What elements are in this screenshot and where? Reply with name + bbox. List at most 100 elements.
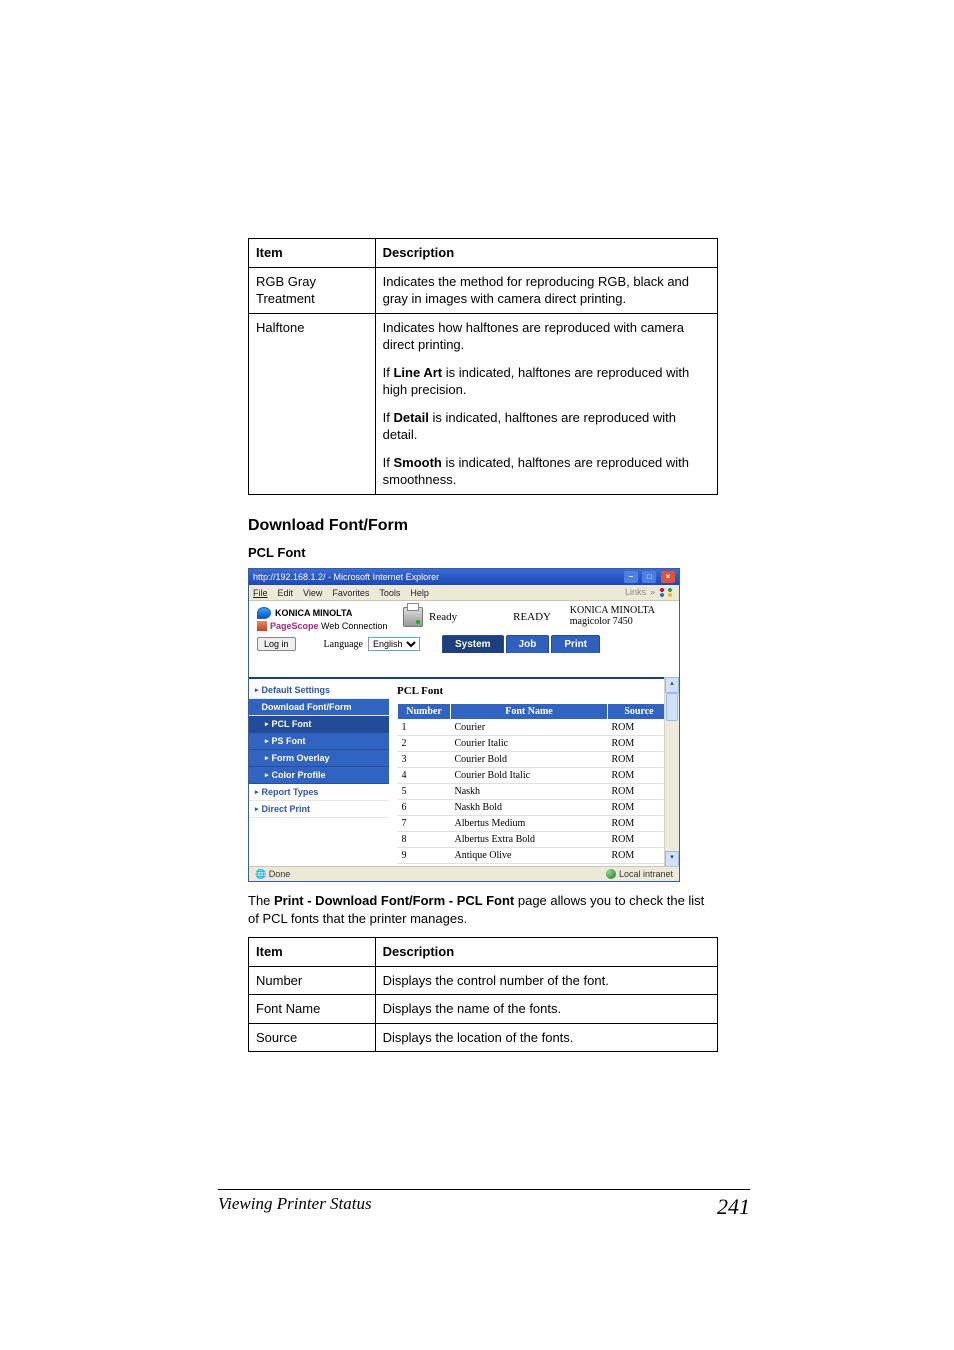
intro-text: The Print - Download Font/Form - PCL Fon… (248, 892, 718, 927)
desc-para: Indicates the method for reproducing RGB… (383, 273, 710, 308)
language-label: Language (324, 639, 363, 650)
menu-tools[interactable]: Tools (379, 588, 400, 598)
cell: ROM (608, 768, 671, 784)
cell: ROM (608, 784, 671, 800)
window-titlebar: http://192.168.1.2/ - Microsoft Internet… (249, 569, 679, 585)
sidebar-direct-print[interactable]: Direct Print (249, 801, 389, 818)
links-bar: Links » (625, 587, 673, 597)
cell: Antique Olive (451, 848, 608, 864)
cell-item: Font Name (249, 995, 376, 1024)
th-source: Source (608, 704, 671, 720)
th-fontname: Font Name (451, 704, 608, 720)
section-heading: Download Font/Form (248, 517, 718, 535)
table-row: 1CourierROM (398, 720, 671, 736)
tab-job[interactable]: Job (506, 635, 550, 653)
links-label[interactable]: Links (625, 587, 646, 597)
cell: Courier Bold Italic (451, 768, 608, 784)
cell: ROM (608, 816, 671, 832)
cell: Naskh Bold (451, 800, 608, 816)
cell: ROM (608, 832, 671, 848)
cell: ROM (608, 736, 671, 752)
printer-status-small: Ready (429, 611, 457, 623)
status-zone: Local intranet (619, 869, 673, 879)
sidebar-color-profile[interactable]: Color Profile (249, 767, 389, 784)
tab-print[interactable]: Print (551, 635, 600, 653)
sidebar-default-settings[interactable]: Default Settings (249, 682, 389, 699)
brand-logo: KONICA MINOLTA (257, 607, 397, 619)
cell: 3 (398, 752, 451, 768)
cell: 1 (398, 720, 451, 736)
cell: ROM (608, 800, 671, 816)
table-row: 9Antique OliveROM (398, 848, 671, 864)
cell: Albertus Medium (451, 816, 608, 832)
cell-desc: Displays the location of the fonts. (375, 1023, 717, 1052)
pane-title: PCL Font (397, 685, 671, 697)
scroll-up-icon[interactable]: ▴ (665, 677, 679, 693)
cell: Albertus Extra Bold (451, 832, 608, 848)
footer-title: Viewing Printer Status (218, 1194, 372, 1220)
table-row: RGB Gray Treatment Indicates the method … (249, 267, 718, 313)
table-row: 7Albertus MediumROM (398, 816, 671, 832)
cell: Courier Italic (451, 736, 608, 752)
minimize-icon[interactable]: – (624, 571, 638, 583)
cell-item: RGB Gray Treatment (249, 267, 376, 313)
th-item: Item (249, 239, 376, 268)
cell: 6 (398, 800, 451, 816)
menu-file[interactable]: File (253, 588, 268, 598)
cell: Naskh (451, 784, 608, 800)
printer-icon (403, 607, 423, 627)
vertical-scrollbar[interactable]: ▴ ▾ (664, 677, 679, 867)
model-line2: magicolor 7450 (570, 616, 655, 627)
cell: 4 (398, 768, 451, 784)
cell: ROM (608, 848, 671, 864)
menu-favorites[interactable]: Favorites (332, 588, 369, 598)
windows-flag-icon[interactable] (659, 587, 673, 597)
menubar: File Edit View Favorites Tools Help (249, 585, 679, 601)
table-row: 2Courier ItalicROM (398, 736, 671, 752)
desc-para: If Line Art is indicated, halftones are … (383, 364, 710, 399)
sidebar-download-font[interactable]: Download Font/Form (249, 699, 389, 716)
rgb-halftone-table: Item Description RGB Gray Treatment Indi… (248, 238, 718, 495)
scroll-thumb[interactable] (666, 693, 678, 721)
table-row: 6Naskh BoldROM (398, 800, 671, 816)
table-row: 3Courier BoldROM (398, 752, 671, 768)
menu-view[interactable]: View (303, 588, 322, 598)
desc-para: If Detail is indicated, halftones are re… (383, 409, 710, 444)
window-title: http://192.168.1.2/ - Microsoft Internet… (253, 572, 439, 582)
menu-help[interactable]: Help (410, 588, 429, 598)
language-select[interactable]: English (368, 637, 420, 651)
sidebar-form-overlay[interactable]: Form Overlay (249, 750, 389, 767)
sidebar-pcl-font[interactable]: PCL Font (249, 716, 389, 733)
cell-item: Halftone (249, 313, 376, 494)
th-desc: Description (375, 938, 717, 967)
menu-edit[interactable]: Edit (278, 588, 294, 598)
th-desc: Description (375, 239, 717, 268)
cell: ROM (608, 720, 671, 736)
sidebar-ps-font[interactable]: PS Font (249, 733, 389, 750)
scroll-down-icon[interactable]: ▾ (665, 851, 679, 867)
cell-item: Number (249, 966, 376, 995)
status-done: 🌐 Done (255, 869, 290, 880)
maximize-icon[interactable]: □ (642, 571, 656, 583)
sidebar: Default Settings Download Font/Form PCL … (249, 679, 389, 867)
window-buttons: – □ × (622, 571, 675, 583)
printer-status-big: READY (513, 611, 551, 623)
cell: Courier (451, 720, 608, 736)
login-button[interactable]: Log in (257, 637, 296, 651)
cell: 2 (398, 736, 451, 752)
th-item: Item (249, 938, 376, 967)
sidebar-report-types[interactable]: Report Types (249, 784, 389, 801)
cell-desc: Displays the control number of the font. (375, 966, 717, 995)
links-chevron-icon[interactable]: » (650, 587, 655, 597)
close-icon[interactable]: × (661, 571, 675, 583)
table-row: Number Displays the control number of th… (249, 966, 718, 995)
pcl-font-desc-table: Item Description Number Displays the con… (248, 937, 718, 1052)
cell-desc: Displays the name of the fonts. (375, 995, 717, 1024)
cell: 8 (398, 832, 451, 848)
footer-page-number: 241 (717, 1194, 750, 1220)
th-number: Number (398, 704, 451, 720)
table-row: 8Albertus Extra BoldROM (398, 832, 671, 848)
pcl-font-table: Number Font Name Source 1CourierROM2Cour… (397, 703, 671, 864)
tab-system[interactable]: System (442, 635, 504, 653)
zone-icon (606, 869, 616, 879)
